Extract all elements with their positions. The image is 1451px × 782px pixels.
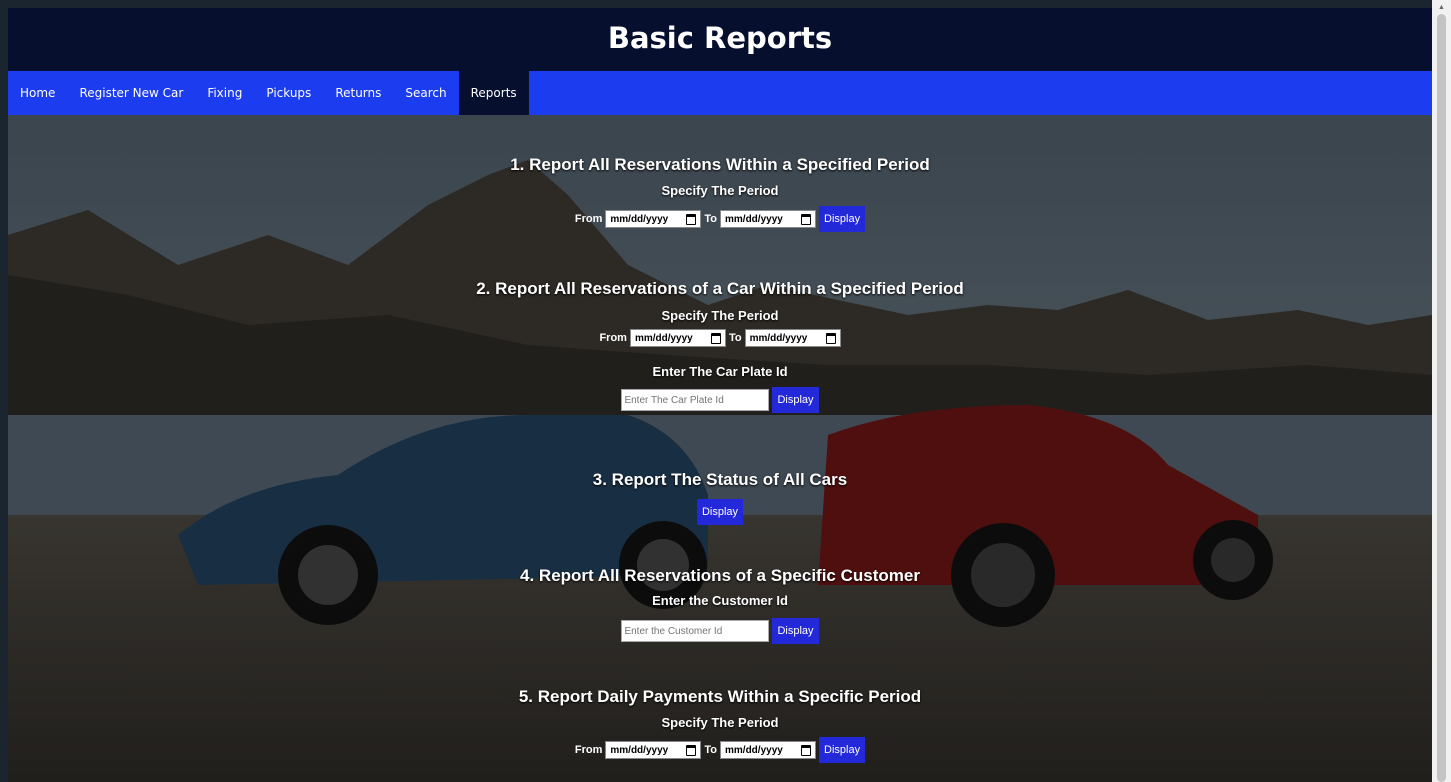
section-1-title: 1. Report All Reservations Within a Spec… <box>510 155 930 174</box>
plate-id-label: Enter The Car Plate Id <box>652 364 788 379</box>
to-label: To <box>704 213 718 225</box>
from-label: From <box>574 213 603 225</box>
to-label: To <box>704 744 718 756</box>
vertical-scrollbar[interactable]: ▲ <box>1432 0 1451 782</box>
display-button[interactable]: Display <box>772 618 819 644</box>
section-2-subtitle: Specify The Period <box>661 308 779 323</box>
calendar-icon[interactable] <box>686 213 697 225</box>
section-5-subtitle: Specify The Period <box>661 715 779 730</box>
report-section-4: 4. Report All Reservations of a Specific… <box>8 566 1432 644</box>
plate-id-input[interactable] <box>621 389 770 411</box>
reports-content: 1. Report All Reservations Within a Spec… <box>8 115 1432 782</box>
section-5-title: 5. Report Daily Payments Within a Specif… <box>518 687 922 706</box>
from-label: From <box>574 744 603 756</box>
from-date-input[interactable]: mm/dd/yyyy <box>605 210 702 228</box>
display-button[interactable]: Display <box>772 387 819 413</box>
calendar-icon[interactable] <box>686 744 697 756</box>
scroll-up-arrow-icon[interactable]: ▲ <box>1438 4 1445 11</box>
from-date-input[interactable]: mm/dd/yyyy <box>605 741 702 759</box>
from-date-value: mm/dd/yyyy <box>634 332 693 344</box>
from-label: From <box>599 332 627 344</box>
to-date-input[interactable]: mm/dd/yyyy <box>720 210 817 228</box>
nav-pickups[interactable]: Pickups <box>254 71 323 115</box>
report-section-2: 2. Report All Reservations of a Car With… <box>8 279 1432 413</box>
page-header: Basic Reports <box>8 8 1432 71</box>
nav-search[interactable]: Search <box>393 71 458 115</box>
display-button[interactable]: Display <box>696 499 744 525</box>
to-date-value: mm/dd/yyyy <box>725 213 783 225</box>
section-4-subtitle: Enter the Customer Id <box>652 593 788 608</box>
section-1-subtitle: Specify The Period <box>661 183 779 198</box>
from-date-value: mm/dd/yyyy <box>610 744 669 756</box>
section-3-title: 3. Report The Status of All Cars <box>592 470 848 489</box>
display-button[interactable]: Display <box>819 206 866 232</box>
section-2-title: 2. Report All Reservations of a Car With… <box>476 279 964 298</box>
to-date-input[interactable]: mm/dd/yyyy <box>720 741 817 759</box>
display-button[interactable]: Display <box>819 737 866 763</box>
nav-reports[interactable]: Reports <box>458 71 529 115</box>
to-date-value: mm/dd/yyyy <box>725 744 783 756</box>
to-date-value: mm/dd/yyyy <box>749 332 808 344</box>
to-date-input[interactable]: mm/dd/yyyy <box>744 329 841 347</box>
section-4-title: 4. Report All Reservations of a Specific… <box>520 566 920 585</box>
nav-home[interactable]: Home <box>8 71 67 115</box>
customer-id-input[interactable] <box>621 620 770 642</box>
scrollbar-thumb[interactable] <box>1437 14 1446 782</box>
calendar-icon[interactable] <box>710 332 721 344</box>
calendar-icon[interactable] <box>801 744 812 756</box>
from-date-input[interactable]: mm/dd/yyyy <box>629 329 726 347</box>
nav-register-new-car[interactable]: Register New Car <box>67 71 195 115</box>
report-section-3: 3. Report The Status of All Cars Display <box>8 470 1432 525</box>
calendar-icon[interactable] <box>825 332 836 344</box>
nav-fixing[interactable]: Fixing <box>195 71 254 115</box>
report-section-1: 1. Report All Reservations Within a Spec… <box>8 155 1432 232</box>
to-label: To <box>728 332 742 344</box>
from-date-value: mm/dd/yyyy <box>610 213 669 225</box>
nav-returns[interactable]: Returns <box>323 71 393 115</box>
calendar-icon[interactable] <box>801 213 812 225</box>
top-navigation: Home Register New Car Fixing Pickups Ret… <box>8 71 1432 115</box>
page-title: Basic Reports <box>607 21 833 55</box>
report-section-5: 5. Report Daily Payments Within a Specif… <box>8 687 1432 763</box>
